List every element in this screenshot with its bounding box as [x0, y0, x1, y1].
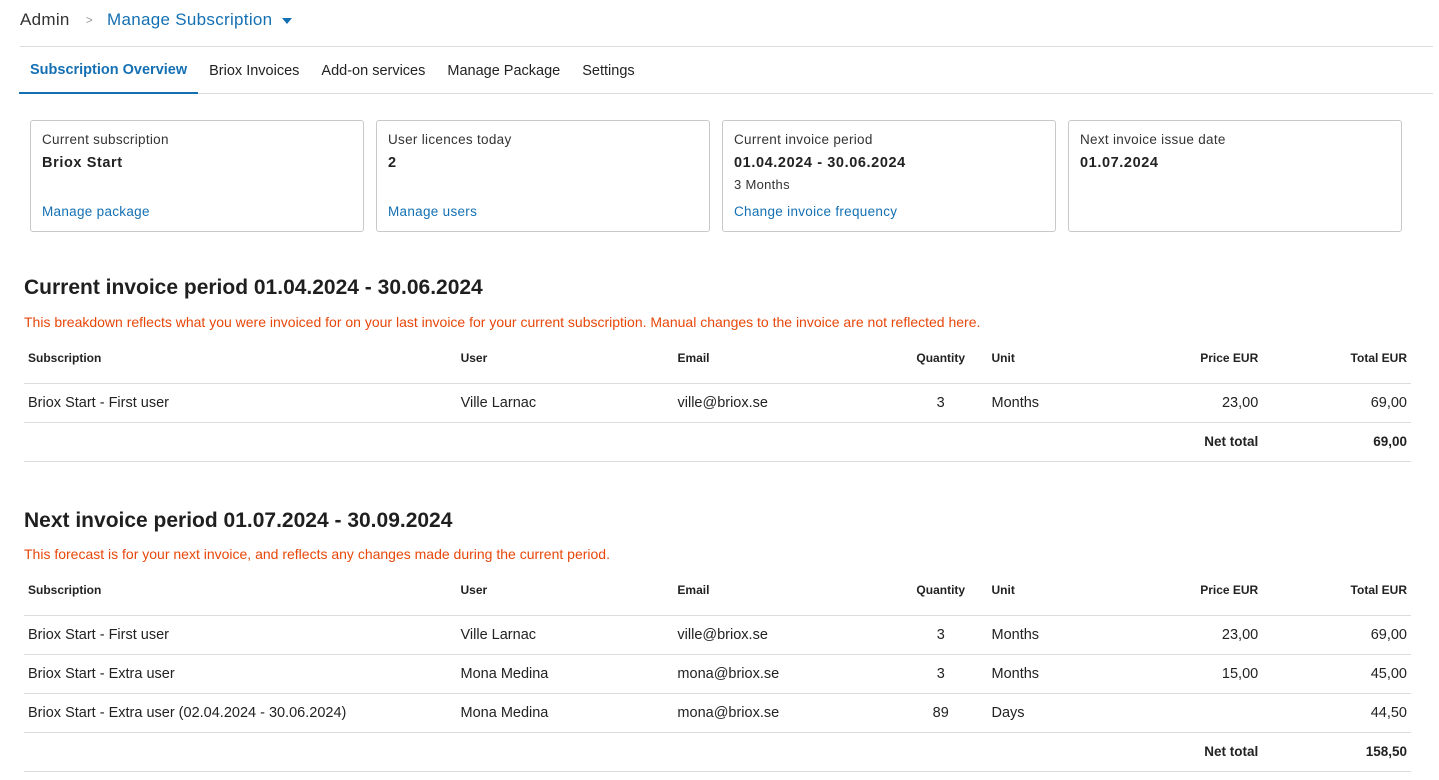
tab-settings[interactable]: Settings: [571, 48, 645, 93]
col-total: Total EUR: [1262, 334, 1411, 384]
card-value: Briox Start: [42, 155, 123, 171]
col-unit: Unit: [987, 566, 1098, 616]
col-email: Email: [673, 566, 894, 616]
current-period-title: Current invoice period 01.04.2024 - 30.0…: [24, 276, 483, 299]
current-subscription-card: Current subscription Briox Start Manage …: [30, 120, 364, 232]
tab-briox-invoices[interactable]: Briox Invoices: [198, 48, 310, 93]
manage-package-link[interactable]: Manage package: [42, 204, 150, 219]
tab-add-on-services[interactable]: Add-on services: [310, 48, 436, 93]
summary-cards: Current subscription Briox Start Manage …: [30, 120, 1402, 232]
cell-total: 69,00: [1262, 615, 1411, 655]
cell-subscription: Briox Start - First user: [24, 615, 457, 655]
current-period-table: Subscription User Email Quantity Unit Pr…: [24, 334, 1411, 462]
col-user: User: [456, 334, 674, 384]
cell-email: mona@briox.se: [673, 693, 894, 733]
cell-email: ville@briox.se: [673, 615, 894, 655]
current-period-note: This breakdown reflects what you were in…: [24, 314, 981, 330]
col-price: Price EUR: [1097, 566, 1263, 616]
tab-subscription-overview[interactable]: Subscription Overview: [19, 48, 199, 94]
col-user: User: [456, 566, 674, 616]
cell-email: mona@briox.se: [673, 654, 894, 694]
cell-user: Mona Medina: [456, 654, 674, 694]
next-invoice-date-card: Next invoice issue date 01.07.2024: [1068, 120, 1402, 232]
net-total-value: 69,00: [1262, 422, 1411, 462]
cell-quantity: 3: [893, 654, 988, 694]
card-label: Next invoice issue date: [1080, 132, 1226, 147]
net-total-value: 158,50: [1262, 732, 1411, 772]
cell-quantity: 3: [893, 615, 988, 655]
net-total-row: Net total 69,00: [24, 422, 1411, 462]
cell-unit: Months: [987, 615, 1098, 655]
user-licences-card: User licences today 2 Manage users: [376, 120, 710, 232]
cell-quantity: 89: [893, 693, 988, 733]
cell-quantity: 3: [893, 383, 988, 423]
table-row: Briox Start - Extra user Mona Medina mon…: [24, 654, 1411, 694]
cell-email: ville@briox.se: [673, 383, 894, 423]
cell-total: 44,50: [1262, 693, 1411, 733]
cell-subscription: Briox Start - Extra user: [24, 654, 457, 694]
caret-down-icon: [282, 18, 293, 24]
cell-user: Ville Larnac: [456, 615, 674, 655]
card-value: 01.04.2024 - 30.06.2024: [734, 155, 906, 171]
next-period-table: Subscription User Email Quantity Unit Pr…: [24, 566, 1411, 772]
cell-total: 45,00: [1262, 654, 1411, 694]
breadcrumb-current-label: Manage Subscription: [107, 10, 273, 29]
card-label: Current invoice period: [734, 132, 873, 147]
manage-users-link[interactable]: Manage users: [388, 204, 477, 219]
col-quantity: Quantity: [893, 334, 988, 384]
tab-bar: Subscription Overview Briox Invoices Add…: [19, 48, 1433, 94]
cell-subscription: Briox Start - First user: [24, 383, 457, 423]
cell-unit: Months: [987, 654, 1098, 694]
card-value: 01.07.2024: [1080, 155, 1159, 171]
table-row: Briox Start - First user Ville Larnac vi…: [24, 383, 1411, 423]
card-subvalue: 3 Months: [734, 177, 790, 192]
net-total-label: Net total: [1097, 732, 1263, 772]
cell-price: 15,00: [1097, 654, 1263, 694]
breadcrumb-admin-link[interactable]: Admin: [20, 10, 70, 30]
change-invoice-frequency-link[interactable]: Change invoice frequency: [734, 204, 897, 219]
card-label: Current subscription: [42, 132, 169, 147]
header-divider: [20, 46, 1433, 47]
col-quantity: Quantity: [893, 566, 988, 616]
col-total: Total EUR: [1262, 566, 1411, 616]
col-price: Price EUR: [1097, 334, 1263, 384]
col-email: Email: [673, 334, 894, 384]
next-period-title: Next invoice period 01.07.2024 - 30.09.2…: [24, 509, 453, 532]
card-value: 2: [388, 155, 397, 171]
col-unit: Unit: [987, 334, 1098, 384]
cell-price: [1097, 693, 1263, 733]
cell-unit: Days: [987, 693, 1098, 733]
cell-user: Ville Larnac: [456, 383, 674, 423]
breadcrumb: Admin > Manage Subscription: [20, 9, 293, 31]
table-header-row: Subscription User Email Quantity Unit Pr…: [24, 566, 1411, 616]
table-row: Briox Start - First user Ville Larnac vi…: [24, 615, 1411, 655]
cell-price: 23,00: [1097, 615, 1263, 655]
current-invoice-period-card: Current invoice period 01.04.2024 - 30.0…: [722, 120, 1056, 232]
net-total-label: Net total: [1097, 422, 1263, 462]
cell-unit: Months: [987, 383, 1098, 423]
cell-user: Mona Medina: [456, 693, 674, 733]
next-period-note: This forecast is for your next invoice, …: [24, 546, 610, 562]
card-label: User licences today: [388, 132, 512, 147]
tab-manage-package[interactable]: Manage Package: [436, 48, 571, 93]
cell-total: 69,00: [1262, 383, 1411, 423]
table-row: Briox Start - Extra user (02.04.2024 - 3…: [24, 693, 1411, 733]
net-total-row: Net total 158,50: [24, 732, 1411, 772]
col-subscription: Subscription: [24, 334, 457, 384]
table-header-row: Subscription User Email Quantity Unit Pr…: [24, 334, 1411, 384]
manage-subscription-dropdown[interactable]: Manage Subscription: [107, 10, 293, 30]
cell-price: 23,00: [1097, 383, 1263, 423]
cell-subscription: Briox Start - Extra user (02.04.2024 - 3…: [24, 693, 457, 733]
col-subscription: Subscription: [24, 566, 457, 616]
breadcrumb-separator: >: [85, 13, 93, 27]
